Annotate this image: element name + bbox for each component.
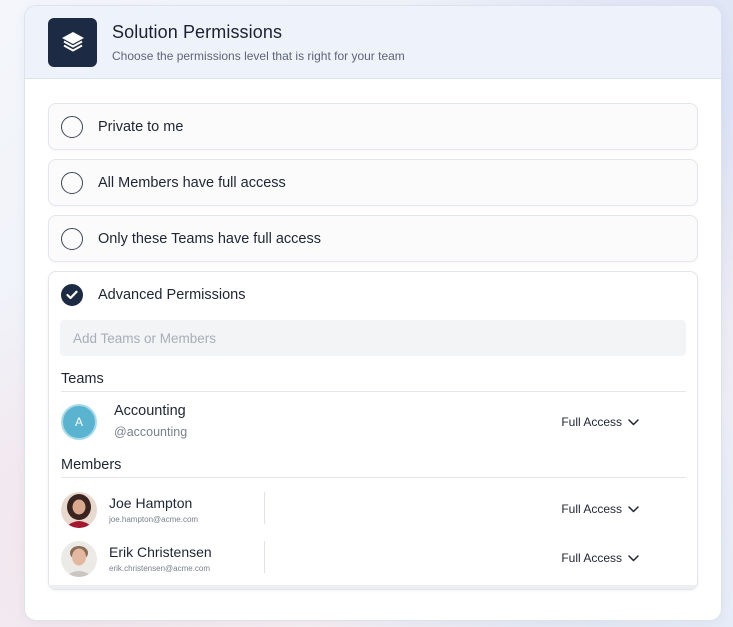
team-row: A Accounting @accounting Full Access [61, 402, 686, 446]
avatar: A [61, 404, 97, 440]
member-name: Joe Hampton [109, 495, 193, 511]
access-label: Full Access [561, 502, 622, 516]
page-title: Solution Permissions [112, 21, 283, 42]
access-dropdown[interactable]: Full Access [561, 551, 639, 565]
option-label: Only these Teams have full access [98, 230, 321, 247]
access-label: Full Access [561, 551, 622, 565]
access-dropdown[interactable]: Full Access [561, 502, 639, 516]
team-handle: @accounting [114, 425, 188, 439]
option-advanced-panel: Advanced Permissions Teams A Accounting … [48, 271, 698, 590]
permission-options: Private to me All Members have full acce… [48, 103, 698, 590]
divider [264, 541, 265, 573]
avatar [61, 541, 97, 577]
member-row: Joe Hampton joe.hampton@acme.com Full Ac… [61, 492, 686, 532]
members-section-title: Members [61, 457, 686, 478]
teams-section-title: Teams [61, 371, 686, 392]
team-name: Accounting [114, 403, 186, 419]
member-name: Erik Christensen [109, 544, 212, 560]
page-subtitle: Choose the permissions level that is rig… [112, 48, 405, 63]
chevron-down-icon [628, 554, 639, 561]
chevron-down-icon [628, 418, 639, 425]
access-label: Full Access [561, 415, 622, 429]
permissions-card: Solution Permissions Choose the permissi… [24, 5, 722, 621]
layers-icon [48, 17, 97, 67]
chevron-down-icon [628, 505, 639, 512]
member-email: erik.christensen@acme.com [109, 564, 211, 573]
member-row: Erik Christensen erik.christensen@acme.c… [61, 541, 686, 581]
option-label: Advanced Permissions [98, 286, 246, 303]
option-teams-only[interactable]: Only these Teams have full access [48, 215, 698, 262]
radio-unchecked-icon[interactable] [61, 227, 83, 250]
card-header: Solution Permissions Choose the permissi… [25, 6, 721, 79]
option-label: All Members have full access [98, 174, 286, 191]
option-private[interactable]: Private to me [48, 103, 698, 150]
avatar [61, 492, 97, 528]
add-teams-members-input[interactable] [60, 320, 686, 356]
option-label: Private to me [98, 118, 184, 135]
panel-footer-strip [49, 585, 697, 589]
member-email: joe.hampton@acme.com [109, 515, 199, 524]
radio-checked-icon[interactable] [61, 283, 83, 306]
option-advanced[interactable]: Advanced Permissions [49, 272, 697, 317]
access-dropdown[interactable]: Full Access [561, 415, 639, 429]
radio-unchecked-icon[interactable] [61, 115, 83, 138]
divider [264, 492, 265, 524]
radio-unchecked-icon[interactable] [61, 171, 83, 194]
option-all-members[interactable]: All Members have full access [48, 159, 698, 206]
